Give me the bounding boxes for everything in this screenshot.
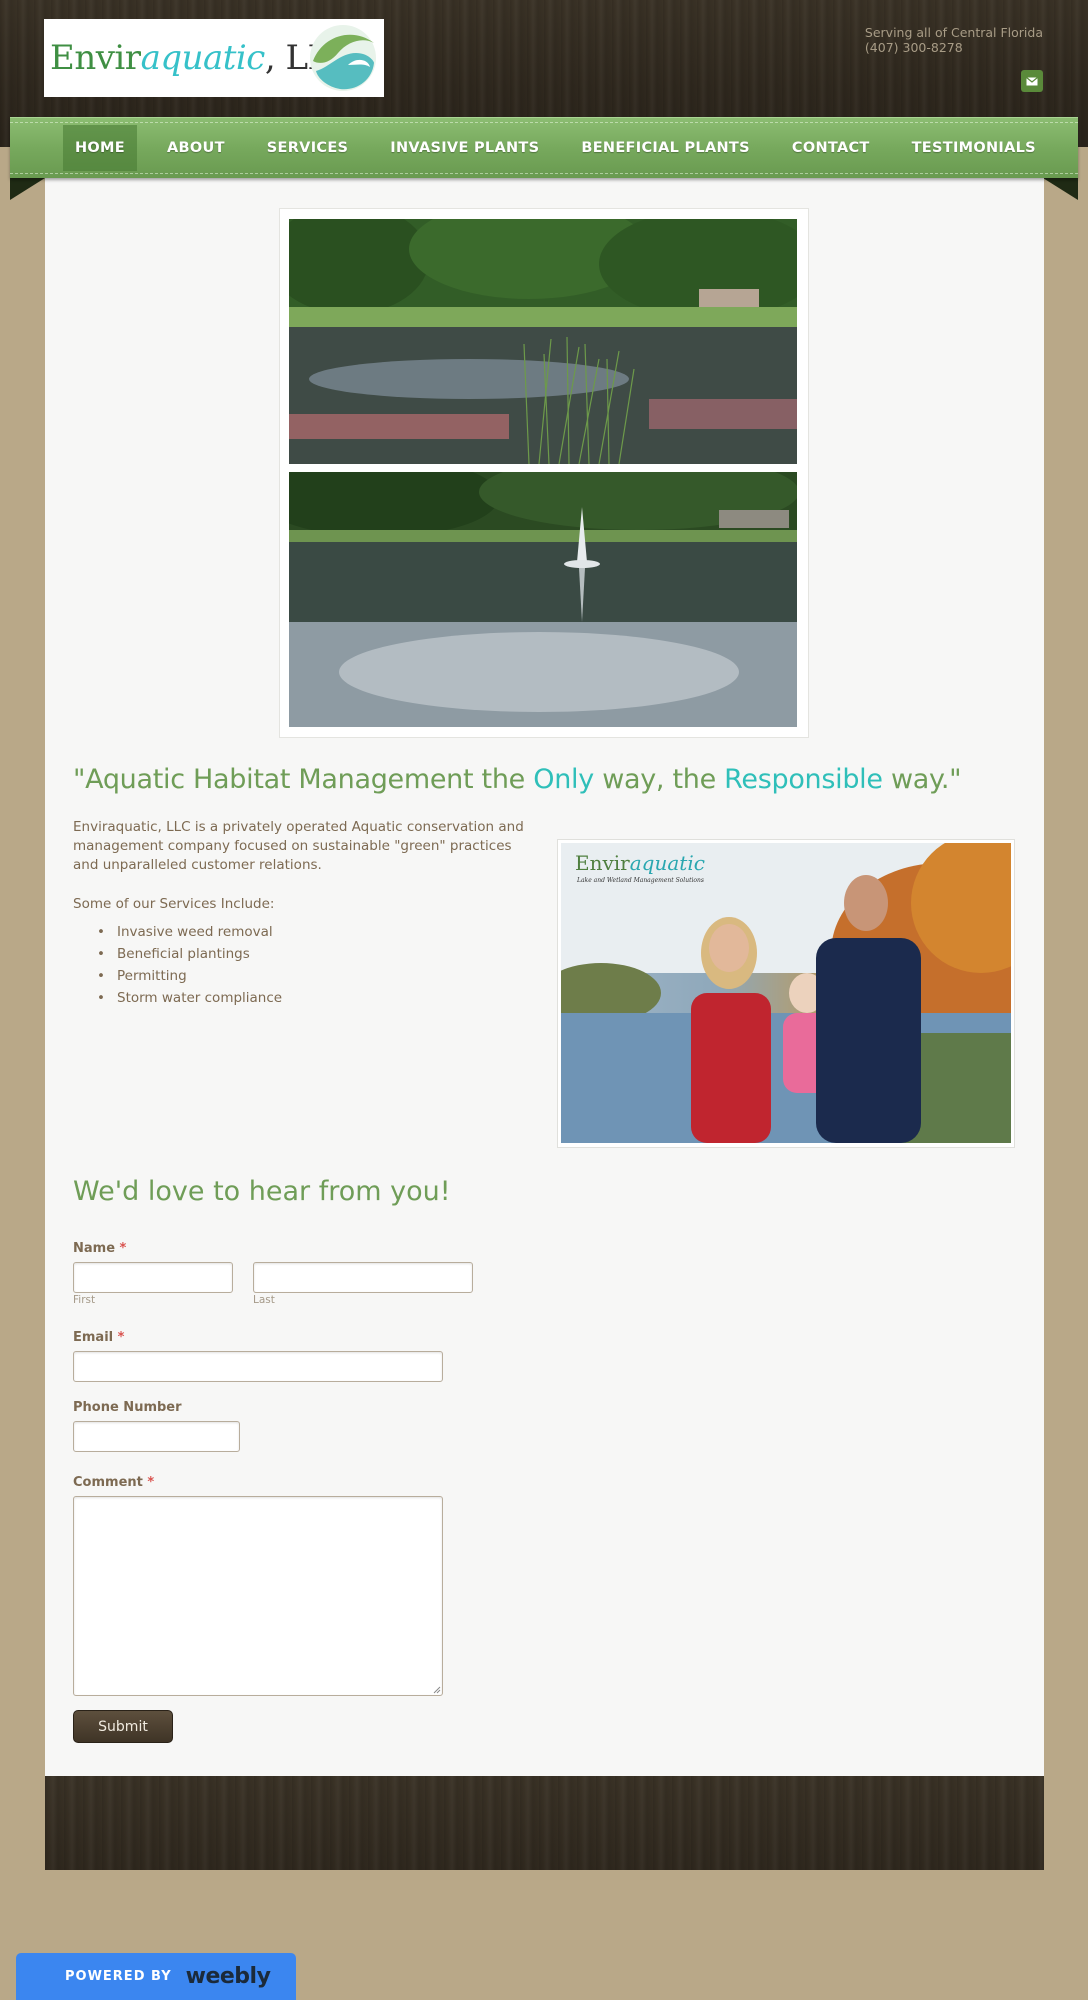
photo-logo: Enviraquatic (575, 851, 705, 875)
main-nav: HOME ABOUT SERVICES INVASIVE PLANTS BENE… (10, 117, 1078, 178)
name-label: Name * (73, 1241, 127, 1256)
pond-photo[interactable] (289, 219, 797, 464)
first-sublabel: First (73, 1294, 96, 1306)
weebly-logo: weebly (185, 1964, 271, 1989)
nav-contact[interactable]: CONTACT (771, 125, 891, 171)
comment-label: Comment * (73, 1475, 155, 1490)
nav-testimonials[interactable]: TESTIMONIALS (891, 125, 1057, 171)
phone-label: Phone Number (73, 1400, 182, 1415)
nav-services[interactable]: SERVICES (246, 125, 370, 171)
intro-paragraph: Enviraquatic, LLC is a privately operate… (73, 819, 524, 873)
resize-handle-icon[interactable] (433, 1686, 441, 1694)
ribbon-fold-left (10, 178, 45, 200)
nav-invasive-plants[interactable]: INVASIVE PLANTS (369, 125, 560, 171)
family-photo[interactable]: Enviraquatic Lake and Wetland Management… (561, 843, 1011, 1143)
comment-textarea[interactable] (73, 1496, 443, 1696)
nav-beneficial-plants[interactable]: BENEFICIAL PLANTS (560, 125, 771, 171)
powered-by-text: POWERED BY (65, 1969, 172, 1984)
fountain-pond-photo[interactable] (289, 472, 797, 727)
list-item: Storm water compliance (97, 987, 282, 1009)
last-sublabel: Last (253, 1294, 275, 1306)
submit-button[interactable]: Submit (73, 1710, 173, 1743)
services-heading: Some of our Services Include: (73, 896, 275, 912)
ribbon-fold-right (1043, 178, 1078, 200)
list-item: Beneficial plantings (97, 943, 282, 965)
list-item: Invasive weed removal (97, 921, 282, 943)
envelope-icon (1026, 76, 1038, 85)
photo-tagline: Lake and Wetland Management Solutions (577, 877, 704, 884)
footer (45, 1776, 1044, 1870)
last-name-field[interactable] (253, 1262, 473, 1293)
form-heading: We'd love to hear from you! (73, 1176, 451, 1207)
nav-about[interactable]: ABOUT (146, 125, 246, 171)
services-list: Invasive weed removal Beneficial plantin… (97, 921, 282, 1009)
leaf-globe-icon (310, 25, 376, 91)
service-area-text: Serving all of Central Florida (864, 25, 1043, 40)
phone-number: (407) 300-8278 (864, 40, 963, 55)
weebly-badge[interactable]: POWERED BY weebly (16, 1953, 296, 2000)
site-logo[interactable]: Enviraquatic, LLC (44, 19, 384, 97)
contact-info: Serving all of Central Florida (407) 300… (865, 25, 1043, 55)
email-field[interactable] (73, 1351, 443, 1382)
nav-home[interactable]: HOME (63, 125, 137, 171)
email-button[interactable] (1021, 70, 1043, 92)
page-headline: "Aquatic Habitat Management the Only way… (73, 764, 962, 795)
list-item: Permitting (97, 965, 282, 987)
first-name-field[interactable] (73, 1262, 233, 1293)
email-label: Email * (73, 1330, 125, 1345)
phone-field[interactable] (73, 1421, 240, 1452)
